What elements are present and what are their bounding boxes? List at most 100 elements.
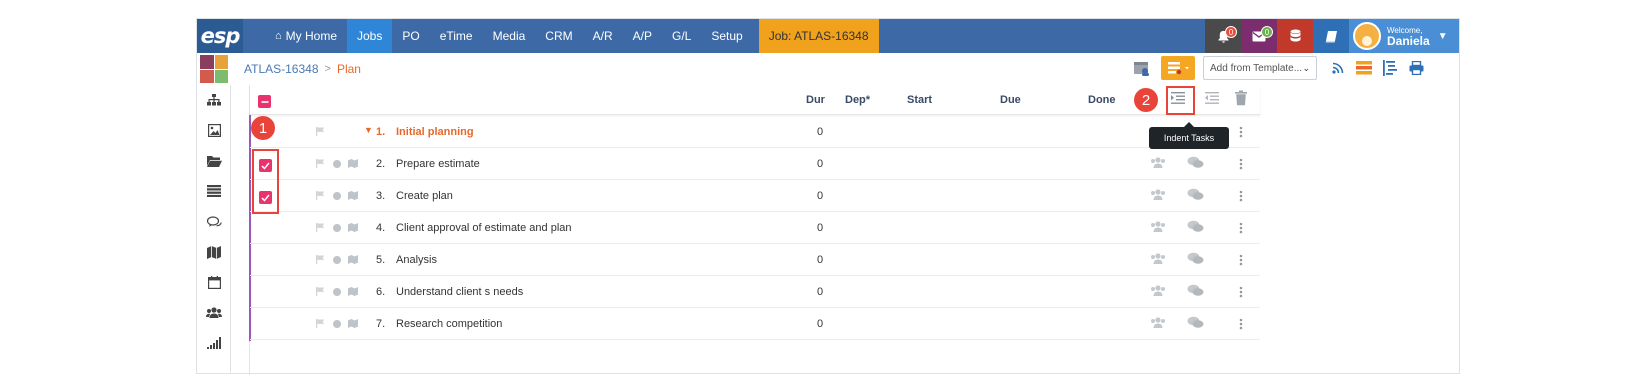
sidebar-item-list[interactable] — [197, 176, 231, 206]
task-row[interactable]: 4. Client approval of estimate and plan … — [250, 212, 1260, 244]
status-dot-icon[interactable] — [333, 255, 341, 264]
status-dot-icon[interactable] — [333, 223, 341, 232]
app-switcher-icon[interactable] — [200, 55, 228, 83]
sidebar-item-stats[interactable] — [197, 328, 231, 358]
task-row[interactable]: 3. Create plan 0 — [250, 180, 1260, 212]
flag-icon[interactable] — [316, 191, 325, 200]
job-tab[interactable]: Job: ATLAS-16348 — [758, 19, 879, 53]
comments-icon[interactable] — [1187, 156, 1204, 169]
add-from-template-select[interactable]: Add from Template... ⌄ — [1203, 56, 1317, 80]
task-name[interactable]: Understand client s needs — [396, 286, 523, 298]
flag-icon[interactable] — [316, 319, 325, 328]
sidebar-item-files[interactable] — [197, 146, 231, 176]
task-name[interactable]: Research competition — [396, 318, 502, 330]
flag-icon[interactable] — [316, 127, 325, 136]
comments-icon[interactable] — [1187, 252, 1204, 265]
messages-button[interactable]: 0 — [1241, 19, 1277, 53]
task-name[interactable]: Client approval of estimate and plan — [396, 222, 572, 234]
gantt-view-button[interactable] — [1351, 56, 1377, 80]
nav-ap[interactable]: A/P — [623, 19, 662, 53]
flag-icon[interactable] — [316, 223, 325, 232]
nav-my-home[interactable]: ⌂ My Home — [265, 19, 347, 53]
more-options-icon[interactable] — [1239, 189, 1243, 207]
task-duration[interactable]: 0 — [817, 254, 823, 266]
col-header-dur[interactable]: Dur — [806, 94, 825, 106]
users-icon[interactable] — [1149, 220, 1167, 233]
delete-tasks-button[interactable] — [1234, 90, 1248, 111]
flag-icon[interactable] — [316, 255, 325, 264]
comments-icon[interactable] — [1187, 284, 1204, 297]
map-icon[interactable] — [348, 159, 358, 168]
flag-icon[interactable] — [316, 287, 325, 296]
task-duration[interactable]: 0 — [817, 318, 823, 330]
more-options-icon[interactable] — [1239, 157, 1243, 175]
calendar-users-button[interactable] — [1129, 56, 1155, 80]
comments-icon[interactable] — [1187, 316, 1204, 329]
map-icon[interactable] — [348, 255, 358, 264]
breadcrumb-job-link[interactable]: ATLAS-16348 — [244, 62, 319, 76]
map-icon[interactable] — [348, 191, 358, 200]
task-name[interactable]: Initial planning — [396, 126, 474, 138]
users-icon[interactable] — [1149, 156, 1167, 169]
outline-view-button[interactable] — [1377, 56, 1403, 80]
task-name[interactable]: Prepare estimate — [396, 158, 480, 170]
status-dot-icon[interactable] — [333, 319, 341, 328]
task-duration[interactable]: 0 — [817, 222, 823, 234]
book-button[interactable] — [1313, 19, 1349, 53]
select-all-checkbox[interactable] — [258, 95, 271, 108]
task-duration[interactable]: 0 — [817, 158, 823, 170]
nav-jobs[interactable]: Jobs — [347, 19, 393, 53]
col-header-start[interactable]: Start — [907, 94, 932, 106]
nav-po[interactable]: PO — [392, 19, 429, 53]
more-options-icon[interactable] — [1239, 253, 1243, 271]
status-dot-icon[interactable] — [333, 191, 341, 200]
gantt-options-button[interactable] — [1161, 56, 1195, 80]
more-options-icon[interactable] — [1239, 317, 1243, 335]
task-row[interactable]: 2. Prepare estimate 0 — [250, 148, 1260, 180]
comments-icon[interactable] — [1187, 188, 1204, 201]
map-icon[interactable] — [348, 223, 358, 232]
sidebar-item-comments[interactable] — [197, 207, 231, 237]
comments-icon[interactable] — [1187, 220, 1204, 233]
more-options-icon[interactable] — [1239, 285, 1243, 303]
rss-button[interactable] — [1325, 56, 1351, 80]
col-header-done[interactable]: Done — [1088, 94, 1116, 106]
user-menu[interactable]: Welcome, Daniela ▼ — [1349, 19, 1459, 53]
task-duration[interactable]: 0 — [817, 190, 823, 202]
nav-etime[interactable]: eTime — [430, 19, 483, 53]
nav-setup[interactable]: Setup — [701, 19, 752, 53]
task-name[interactable]: Analysis — [396, 254, 437, 266]
sidebar-item-calendar[interactable] — [197, 267, 231, 297]
nav-ar[interactable]: A/R — [583, 19, 623, 53]
outdent-tasks-button[interactable] — [1204, 90, 1220, 111]
map-icon[interactable] — [348, 319, 358, 328]
task-row[interactable]: 6. Understand client s needs 0 — [250, 276, 1260, 308]
status-dot-icon[interactable] — [333, 287, 341, 296]
sidebar-item-images[interactable] — [197, 115, 231, 145]
collapse-caret-icon[interactable]: ▼ — [364, 125, 373, 135]
users-icon[interactable] — [1149, 284, 1167, 297]
sidebar-item-org-chart[interactable] — [197, 85, 231, 115]
nav-crm[interactable]: CRM — [535, 19, 582, 53]
col-header-dep[interactable]: Dep* — [845, 94, 870, 106]
task-duration[interactable]: 0 — [817, 286, 823, 298]
task-row[interactable]: 7. Research competition 0 — [250, 308, 1260, 340]
task-name[interactable]: Create plan — [396, 190, 453, 202]
more-options-icon[interactable] — [1239, 125, 1243, 143]
task-row[interactable]: ▼ 1. Initial planning 0 — [250, 116, 1260, 148]
map-icon[interactable] — [348, 287, 358, 296]
users-icon[interactable] — [1149, 188, 1167, 201]
users-icon[interactable] — [1149, 316, 1167, 329]
flag-icon[interactable] — [316, 159, 325, 168]
users-icon[interactable] — [1149, 252, 1167, 265]
notifications-button[interactable]: 0 — [1205, 19, 1241, 53]
nav-media[interactable]: Media — [483, 19, 536, 53]
task-duration[interactable]: 0 — [817, 126, 823, 138]
col-header-due[interactable]: Due — [1000, 94, 1021, 106]
sidebar-item-team[interactable] — [197, 298, 231, 328]
sidebar-item-map[interactable] — [197, 237, 231, 267]
nav-gl[interactable]: G/L — [662, 19, 701, 53]
task-row[interactable]: 5. Analysis 0 — [250, 244, 1260, 276]
more-options-icon[interactable] — [1239, 221, 1243, 239]
print-button[interactable] — [1403, 56, 1429, 80]
